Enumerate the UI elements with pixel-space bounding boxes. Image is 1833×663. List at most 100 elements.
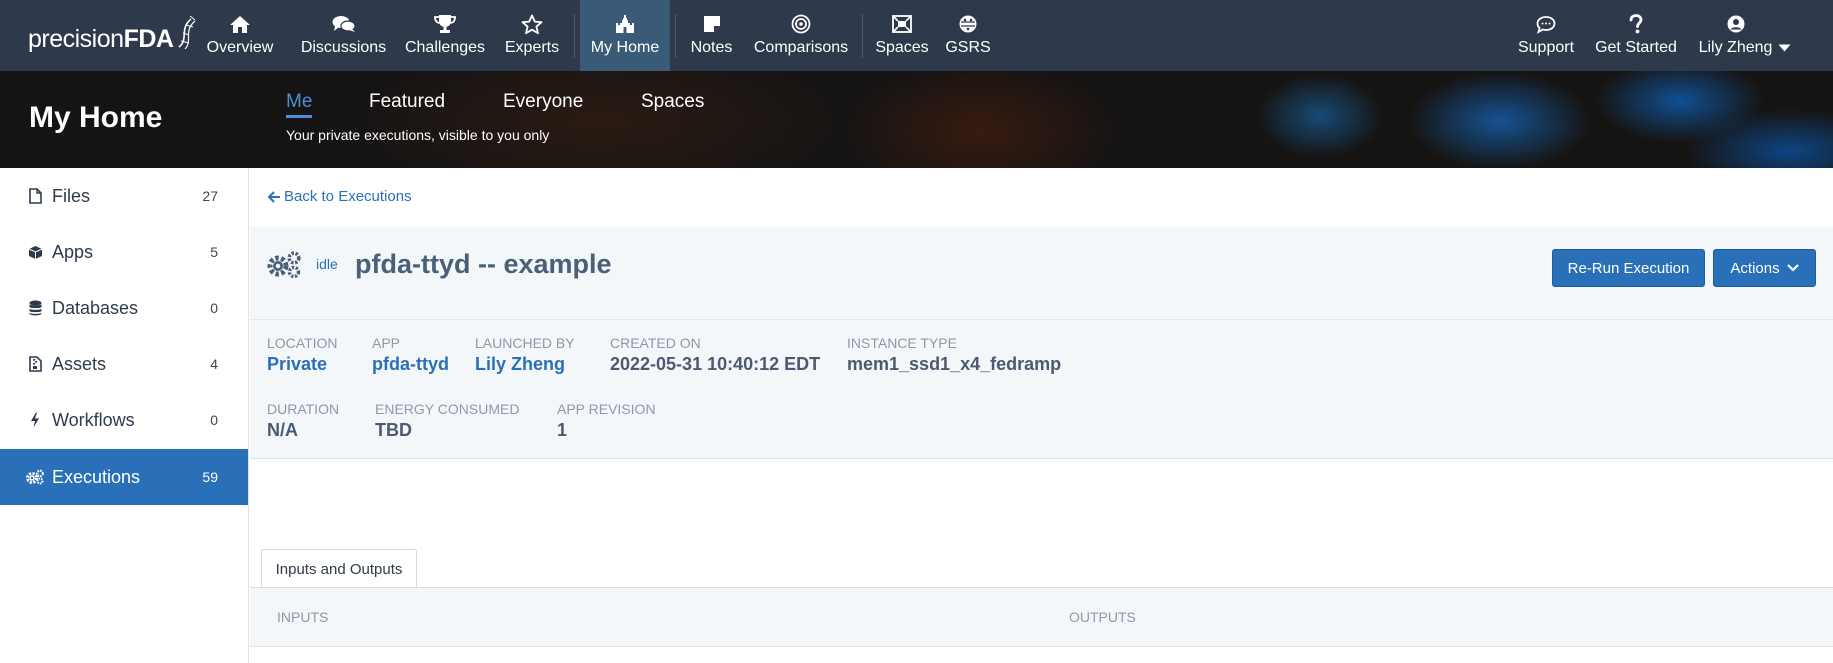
- nav-support[interactable]: Support: [1516, 0, 1576, 71]
- inputs-outputs-panel: INPUTS OUTPUTS: [250, 587, 1833, 647]
- field-label: App Revision: [557, 401, 656, 417]
- execution-details: Location Private App pfda-ttyd Launched …: [250, 320, 1833, 459]
- nav-overview[interactable]: Overview: [204, 0, 276, 71]
- user-circle-icon: [1727, 13, 1745, 35]
- field-label: Location: [267, 335, 338, 351]
- nav-notes-label: Notes: [690, 39, 733, 56]
- tab-me[interactable]: Me: [286, 91, 313, 118]
- field-label: Instance Type: [847, 335, 957, 351]
- sidebar-item-apps[interactable]: Apps 5: [0, 224, 248, 280]
- sidebar-item-label: Workflows: [52, 409, 135, 430]
- caret-down-icon: [1778, 44, 1791, 52]
- castle-icon: [614, 13, 636, 35]
- sidebar-item-count: 27: [202, 188, 218, 204]
- outputs-header: OUTPUTS: [1069, 609, 1136, 625]
- field-label: Duration: [267, 401, 340, 417]
- nav-divider: [862, 14, 863, 58]
- nav-notes[interactable]: Notes: [688, 0, 735, 71]
- cogs-icon: [266, 249, 306, 284]
- nav-gsrs-label: GSRS: [945, 39, 991, 56]
- comment-icon: [1536, 13, 1556, 35]
- sidebar-item-executions[interactable]: Executions 59: [0, 449, 248, 505]
- inputs-header: INPUTS: [277, 609, 329, 625]
- sidebar: Files 27 Apps 5 Databases 0 Assets 4 Wor…: [0, 168, 249, 663]
- top-navbar: precision FDA Overview Discussions Challe…: [0, 0, 1833, 71]
- cube-icon: [25, 245, 45, 260]
- sidebar-item-count: 0: [210, 300, 218, 316]
- field-launched-by: Launched By Lily Zheng: [475, 335, 575, 375]
- tab-description: Your private executions, visible to you …: [286, 127, 550, 143]
- field-value[interactable]: pfda-ttyd: [372, 354, 449, 375]
- field-value: 1: [557, 420, 568, 440]
- sidebar-item-label: Executions: [52, 466, 141, 487]
- back-link-label: Back to Executions: [284, 188, 412, 205]
- nav-comparisons-label: Comparisons: [753, 39, 849, 56]
- field-value: mem1_ssd1_x4_fedramp: [847, 354, 1062, 374]
- nav-comparisons[interactable]: Comparisons: [754, 0, 848, 71]
- nav-challenges[interactable]: Challenges: [404, 0, 486, 71]
- database-icon: [25, 300, 45, 316]
- arrow-left-icon: [268, 190, 280, 203]
- star-icon: [521, 13, 543, 35]
- sidebar-item-count: 0: [210, 412, 218, 428]
- tab-spaces[interactable]: Spaces: [641, 91, 704, 113]
- nav-spaces[interactable]: Spaces: [875, 0, 929, 71]
- nav-discussions[interactable]: Discussions: [298, 0, 389, 71]
- field-location: Location Private: [267, 335, 338, 375]
- nav-support-label: Support: [1517, 39, 1575, 56]
- execution-state-badge: idle: [316, 256, 338, 272]
- nav-get-started-label: Get Started: [1595, 39, 1677, 56]
- bullseye-icon: [791, 13, 811, 35]
- tab-featured[interactable]: Featured: [369, 91, 445, 113]
- execution-header: idle pfda-ttyd -- example Re-Run Executi…: [250, 227, 1833, 320]
- rerun-execution-button[interactable]: Re-Run Execution: [1552, 249, 1705, 287]
- nav-divider: [574, 14, 575, 58]
- back-to-executions-link[interactable]: Back to Executions: [268, 188, 412, 205]
- nav-my-home-label: My Home: [590, 39, 660, 56]
- nav-overview-label: Overview: [206, 39, 274, 56]
- nav-divider: [675, 14, 676, 58]
- logo-text-thin: precision: [28, 24, 124, 53]
- file-archive-icon: [25, 356, 45, 372]
- spaces-icon: [891, 13, 913, 35]
- precisionfda-logo[interactable]: precision FDA: [28, 15, 197, 54]
- nav-discussions-label: Discussions: [300, 39, 387, 56]
- sidebar-item-assets[interactable]: Assets 4: [0, 336, 248, 392]
- field-value[interactable]: Private: [267, 354, 338, 375]
- nav-my-home[interactable]: My Home: [580, 0, 670, 71]
- field-value[interactable]: Lily Zheng: [475, 354, 575, 375]
- sidebar-item-workflows[interactable]: Workflows 0: [0, 392, 248, 448]
- field-value: 2022-05-31 10:40:12 EDT: [610, 354, 821, 374]
- sidebar-item-files[interactable]: Files 27: [0, 168, 248, 224]
- cogs-icon: [25, 469, 45, 485]
- gsrs-icon: [957, 13, 979, 35]
- question-icon: [1629, 13, 1643, 35]
- sidebar-item-label: Files: [52, 185, 91, 206]
- field-app-revision: App Revision 1: [557, 401, 656, 441]
- actions-dropdown-button[interactable]: Actions: [1713, 249, 1816, 287]
- field-value: N/A: [267, 420, 298, 440]
- page-title: My Home: [29, 101, 163, 134]
- page-header-banner: My Home Me Featured Everyone Spaces Your…: [0, 71, 1833, 168]
- nav-experts-label: Experts: [504, 39, 560, 56]
- main-content: Back to Executions idle pfda-ttyd -- exa…: [250, 168, 1833, 663]
- field-label: Energy Consumed: [375, 401, 520, 417]
- execution-title: pfda-ttyd -- example: [355, 249, 612, 279]
- nav-experts[interactable]: Experts: [503, 0, 561, 71]
- sidebar-item-databases[interactable]: Databases 0: [0, 280, 248, 336]
- nav-gsrs[interactable]: GSRS: [944, 0, 992, 71]
- sidebar-item-count: 4: [210, 356, 218, 372]
- sidebar-item-count: 5: [210, 244, 218, 260]
- sidebar-item-label: Databases: [52, 297, 139, 318]
- user-menu[interactable]: Lily Zheng: [1699, 0, 1791, 71]
- tab-inputs-and-outputs[interactable]: Inputs and Outputs: [261, 549, 417, 588]
- actions-button-label: Actions: [1730, 259, 1780, 277]
- field-energy-consumed: Energy Consumed TBD: [375, 401, 519, 441]
- comments-icon: [332, 13, 356, 35]
- home-icon: [229, 13, 251, 35]
- tab-everyone[interactable]: Everyone: [503, 91, 583, 113]
- nav-get-started[interactable]: Get Started: [1593, 0, 1679, 71]
- field-app: App pfda-ttyd: [372, 335, 449, 375]
- field-label: App: [372, 335, 401, 351]
- dna-helix-icon: [178, 15, 196, 49]
